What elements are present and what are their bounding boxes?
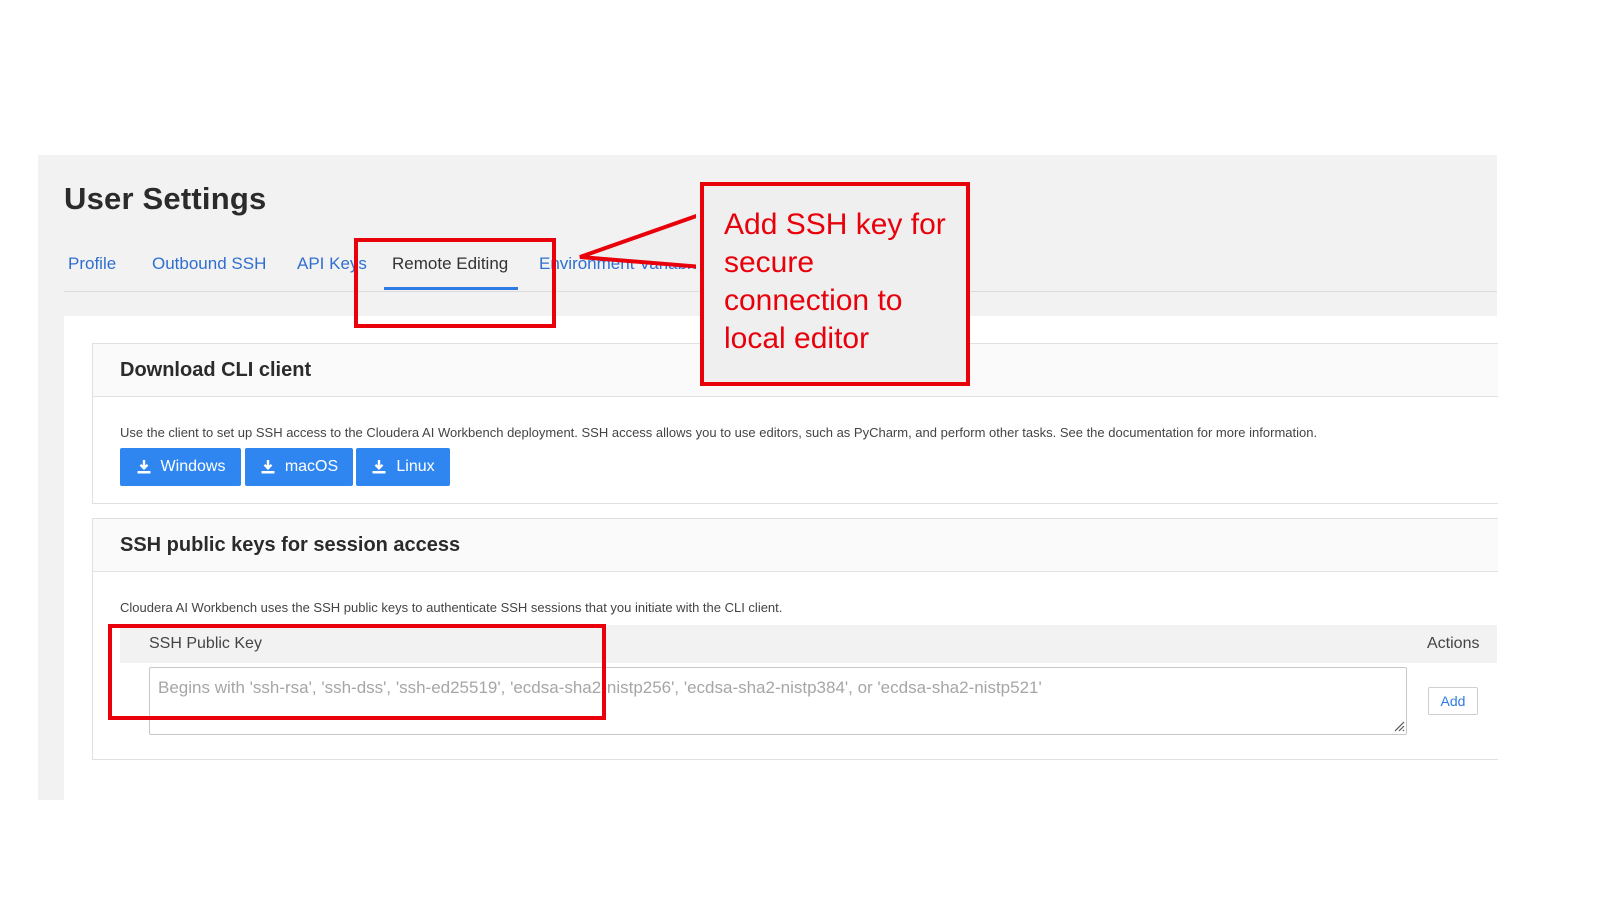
download-macos-button[interactable]: macOS: [245, 448, 353, 486]
column-header-actions: Actions: [1427, 635, 1480, 652]
download-linux-button[interactable]: Linux: [356, 448, 450, 486]
download-windows-button[interactable]: Windows: [120, 448, 241, 486]
page-title: User Settings: [64, 181, 267, 216]
ssh-keys-description: Cloudera AI Workbench uses the SSH publi…: [120, 600, 783, 615]
ssh-keys-table-header: SSH Public Key Actions: [120, 625, 1497, 663]
tab-remote-editing[interactable]: Remote Editing: [392, 252, 508, 290]
tab-outbound-ssh[interactable]: Outbound SSH: [152, 252, 266, 290]
column-header-ssh-public-key: SSH Public Key: [149, 635, 262, 652]
active-tab-indicator: [384, 287, 518, 290]
cli-client-description: Use the client to set up SSH access to t…: [120, 425, 1318, 440]
annotation-callout: Add SSH key for secure connection to loc…: [700, 182, 970, 386]
tab-profile[interactable]: Profile: [68, 252, 116, 290]
ssh-keys-title: SSH public keys for session access: [93, 519, 1498, 572]
download-windows-label: Windows: [160, 458, 226, 475]
add-ssh-key-button[interactable]: Add: [1428, 687, 1478, 715]
download-icon: [137, 460, 151, 474]
download-icon: [261, 460, 275, 474]
callout-pointer: [579, 211, 704, 272]
callout-text: Add SSH key for secure connection to loc…: [724, 208, 946, 355]
ssh-public-key-input[interactable]: [149, 667, 1407, 735]
resize-handle-icon[interactable]: [1393, 720, 1405, 732]
download-macos-label: macOS: [284, 458, 339, 475]
tab-api-keys[interactable]: API Keys: [297, 252, 367, 290]
download-icon: [372, 460, 386, 474]
download-linux-label: Linux: [396, 458, 435, 475]
